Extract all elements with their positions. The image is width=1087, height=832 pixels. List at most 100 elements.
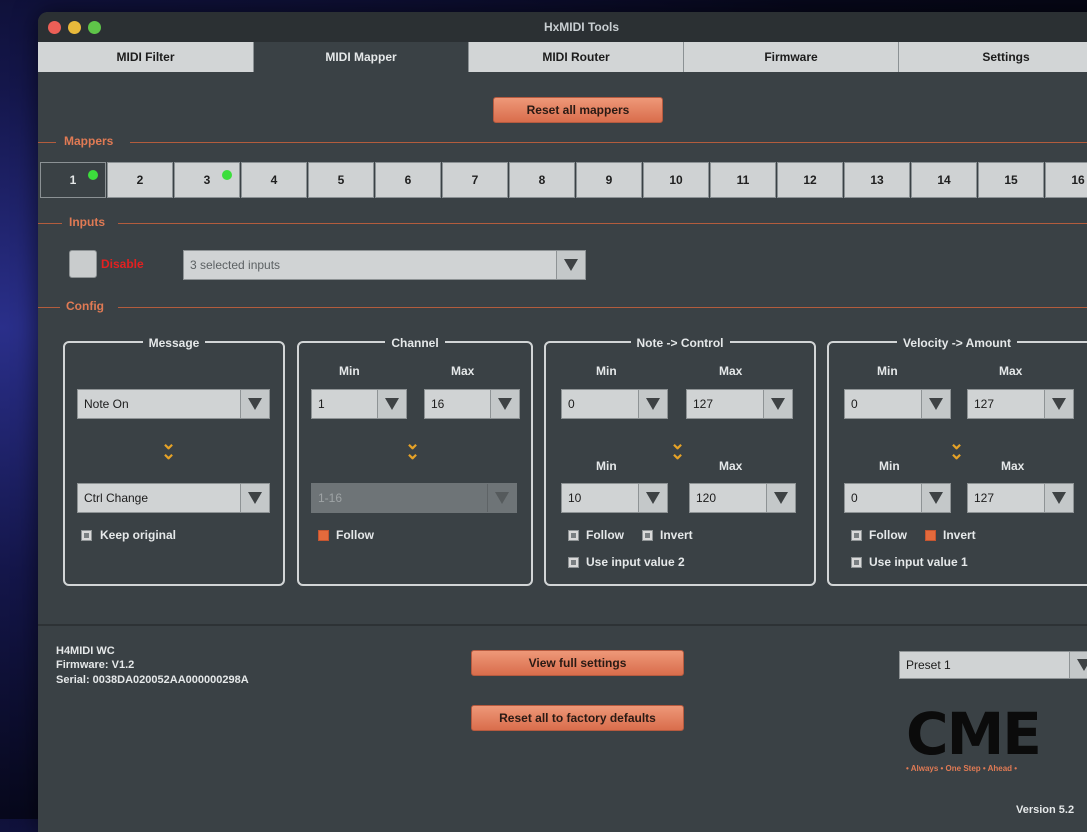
velocity-use-input-checkbox[interactable] [851,557,862,568]
note-follow-checkbox[interactable] [568,530,579,541]
note-in-min-select[interactable]: 0 [561,389,668,419]
mapper-tab-6[interactable]: 6 [375,162,441,198]
group-title-text: Message [142,336,206,350]
velocity-follow-checkbox[interactable] [851,530,862,541]
tab-midi-router[interactable]: MIDI Router [469,42,684,72]
select-value: Preset 1 [906,658,951,672]
mapper-tab-5[interactable]: 5 [308,162,374,198]
dropdown-arrow-icon [487,484,516,512]
velocity-out-max-label: Max [1001,459,1025,473]
mapper-tab-13[interactable]: 13 [844,162,910,198]
select-value: 0 [568,397,575,411]
message-from-select[interactable]: Note On [77,389,270,419]
mapper-tab-9[interactable]: 9 [576,162,642,198]
select-value: 16 [431,397,445,411]
keep-original-checkbox[interactable] [81,530,92,541]
note-in-max-select[interactable]: 127 [686,389,793,419]
select-value: 0 [851,397,858,411]
dropdown-arrow-icon [240,484,269,512]
channel-group-title: Channel [299,334,531,352]
chevron-down-icon: ⌄ ⌄ [405,433,421,463]
dropdown-arrow-icon [921,390,950,418]
app-window: HxMIDI Tools MIDI Filter MIDI Mapper MID… [38,12,1087,832]
tab-firmware[interactable]: Firmware [684,42,899,72]
disable-inputs-checkbox[interactable] [69,250,97,278]
mapper-tabs: 1 2 3 4 5 6 7 8 9 10 11 12 13 14 15 16 [38,162,1087,198]
inputs-select-value: 3 selected inputs [190,258,281,272]
velocity-out-min-select[interactable]: 0 [844,483,951,513]
dropdown-arrow-icon [1044,390,1073,418]
select-value: 10 [568,491,582,505]
mapper-tab-10[interactable]: 10 [643,162,709,198]
velocity-amount-group-title: Velocity -> Amount [829,334,1085,352]
mapper-tab-12[interactable]: 12 [777,162,843,198]
mapper-tab-11[interactable]: 11 [710,162,776,198]
velocity-in-min-label: Min [877,364,898,378]
note-in-min-label: Min [596,364,617,378]
select-value: Note On [84,397,129,411]
velocity-out-max-select[interactable]: 127 [967,483,1074,513]
chevron-down-icon: ⌄ ⌄ [161,433,177,463]
keep-original-label: Keep original [100,528,177,542]
mapper-tab-7[interactable]: 7 [442,162,508,198]
channel-follow-checkbox[interactable] [318,530,329,541]
mapper-tab-1[interactable]: 1 [40,162,106,198]
note-out-min-label: Min [596,459,617,473]
reset-factory-defaults-button[interactable]: Reset all to factory defaults [471,705,684,731]
select-value: 127 [693,397,714,411]
dropdown-arrow-icon [763,390,792,418]
preset-select[interactable]: Preset 1 [899,651,1087,679]
tab-midi-mapper[interactable]: MIDI Mapper [254,42,469,72]
note-follow-label: Follow [586,528,624,542]
device-name: H4MIDI WC [56,645,115,657]
channel-range-select: 1-16 [311,483,517,513]
channel-min-label: Min [339,364,360,378]
view-full-settings-button[interactable]: View full settings [471,650,684,676]
select-value: 1-16 [318,491,343,505]
group-title-text: Velocity -> Amount [897,336,1017,350]
note-out-max-select[interactable]: 120 [689,483,796,513]
active-indicator-dot [88,170,98,180]
inputs-divider [118,223,1087,224]
group-title-text: Note -> Control [630,336,730,350]
mapper-tab-8[interactable]: 8 [509,162,575,198]
inputs-select[interactable]: 3 selected inputs [183,250,586,280]
note-out-min-select[interactable]: 10 [561,483,668,513]
velocity-in-min-select[interactable]: 0 [844,389,951,419]
mapper-tab-3[interactable]: 3 [174,162,240,198]
dropdown-arrow-icon [638,390,667,418]
logo-tagline: • Always • One Step • Ahead • [906,764,1018,773]
channel-max-select[interactable]: 16 [424,389,520,419]
mapper-tab-2[interactable]: 2 [107,162,173,198]
inputs-divider-left [38,223,62,224]
mapper-tab-15[interactable]: 15 [978,162,1044,198]
channel-max-label: Max [451,364,475,378]
window-title: HxMIDI Tools [543,20,620,34]
select-value: Ctrl Change [84,491,149,505]
mapper-tab-14[interactable]: 14 [911,162,977,198]
note-use-input-checkbox[interactable] [568,557,579,568]
logo-text: CME [906,700,1042,768]
tab-settings[interactable]: Settings [899,42,1087,72]
velocity-invert-checkbox[interactable] [925,530,936,541]
mapper-tab-16[interactable]: 16 [1045,162,1087,198]
velocity-in-max-select[interactable]: 127 [967,389,1074,419]
message-to-select[interactable]: Ctrl Change [77,483,270,513]
mapper-tab-4[interactable]: 4 [241,162,307,198]
reset-all-mappers-button[interactable]: Reset all mappers [493,97,663,123]
note-invert-checkbox[interactable] [642,530,653,541]
cme-logo: CME [906,700,1042,768]
velocity-follow-label: Follow [869,528,907,542]
dropdown-arrow-icon [638,484,667,512]
main-tabs: MIDI Filter MIDI Mapper MIDI Router Firm… [38,42,1087,72]
tab-midi-filter[interactable]: MIDI Filter [38,42,254,72]
config-divider [118,307,1087,308]
channel-min-select[interactable]: 1 [311,389,407,419]
title-bar: HxMIDI Tools [38,12,1087,42]
chevron-down-icon: ⌄ ⌄ [670,433,686,463]
velocity-amount-group: Velocity -> Amount Min Max 0 127 ⌄ ⌄ Min … [827,336,1087,586]
select-value: 1 [318,397,325,411]
note-control-group: Note -> Control Min Max 0 127 ⌄ ⌄ Min Max… [544,336,816,586]
message-group-title: Message [65,334,283,352]
chevron-down-icon: ⌄ ⌄ [949,433,965,463]
